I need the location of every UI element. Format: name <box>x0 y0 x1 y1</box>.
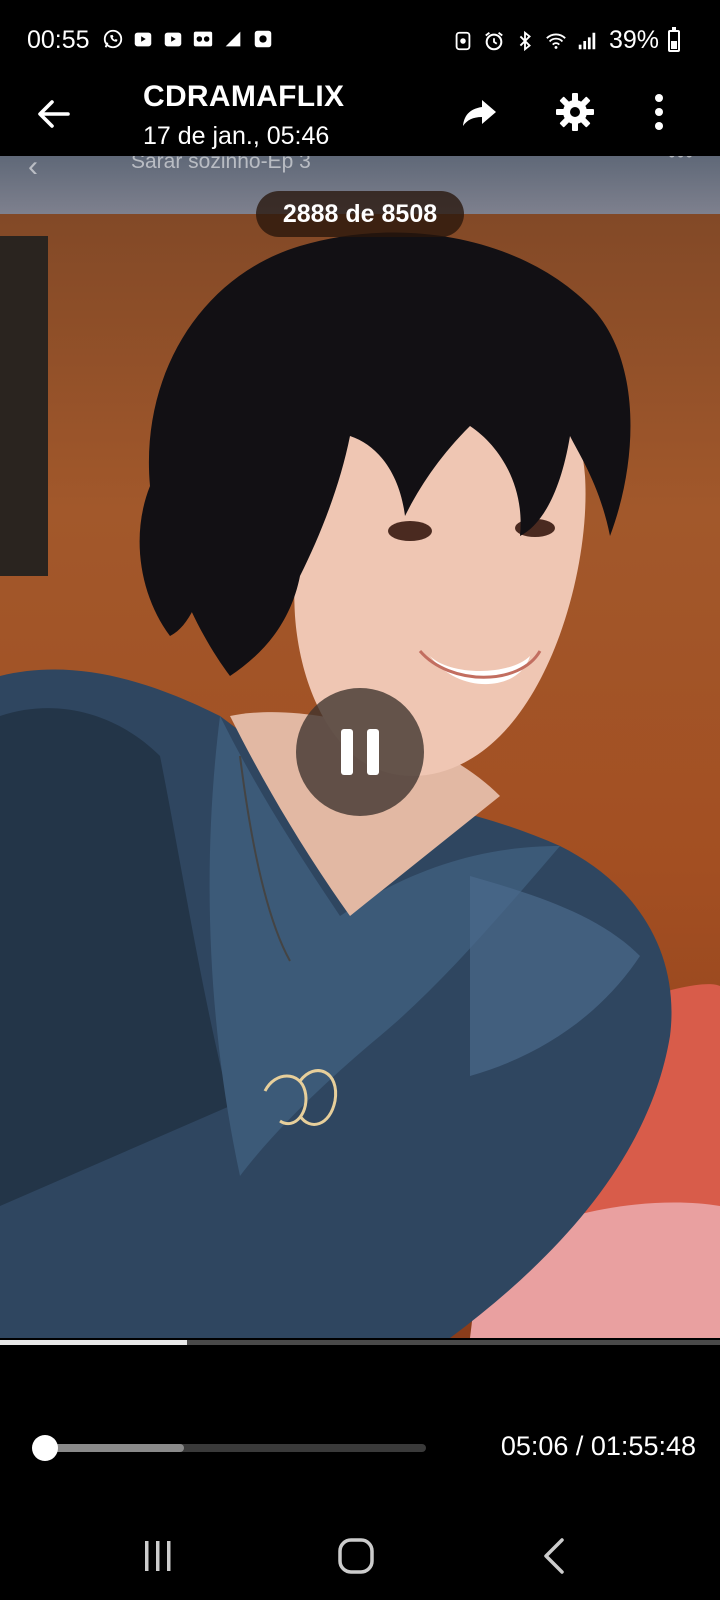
video-player[interactable]: ‹ Sarar sozinho-Ep 3 ••• 2888 de 8508 <box>0 156 720 1338</box>
status-bar: 00:55 39% <box>0 0 720 80</box>
share-icon[interactable] <box>458 90 502 134</box>
bluetooth-icon <box>519 30 531 51</box>
more-vertical-icon[interactable] <box>650 90 694 134</box>
status-time: 00:55 <box>27 26 90 54</box>
pause-button[interactable] <box>296 688 424 816</box>
nfc-icon <box>455 31 471 50</box>
episode-title: Sarar sozinho-Ep 3 <box>131 156 311 173</box>
notification-icons <box>102 28 274 50</box>
seek-thumb[interactable] <box>31 1435 58 1461</box>
playback-time: 05:06 / 01:55:48 <box>500 1431 696 1461</box>
video-more-icon[interactable]: ••• <box>668 156 694 168</box>
pause-icon <box>341 729 353 775</box>
battery-percentage: 39% <box>608 26 659 54</box>
video-counter-badge: 2888 de 8508 <box>256 191 464 237</box>
system-nav-bar <box>0 1520 720 1600</box>
video-icon <box>164 32 182 47</box>
media-icon <box>254 30 272 48</box>
video-back-icon[interactable]: ‹ <box>28 156 42 183</box>
home-icon[interactable] <box>331 1532 381 1582</box>
video-overlay-top: ‹ Sarar sozinho-Ep 3 ••• <box>0 156 720 183</box>
back-icon[interactable] <box>530 1532 580 1582</box>
wifi-icon <box>546 33 566 49</box>
video-counter-label: 2888 de 8508 <box>282 199 438 228</box>
gear-icon[interactable] <box>553 90 597 134</box>
alarm-icon <box>485 31 503 50</box>
voicemail-icon <box>193 31 213 47</box>
page-title: CDRAMAFLIX <box>143 80 345 113</box>
video-progress-bar <box>0 1340 720 1345</box>
back-arrow-icon[interactable] <box>32 92 76 136</box>
seek-buffer <box>36 1444 185 1452</box>
video-icon <box>134 32 152 47</box>
app-header: CDRAMAFLIX 17 de jan., 05:46 <box>0 80 720 156</box>
page-subtitle: 17 de jan., 05:46 <box>143 122 330 150</box>
signal-icon <box>578 32 596 49</box>
recent-apps-icon[interactable] <box>133 1532 183 1582</box>
battery-icon <box>668 26 680 52</box>
whatsapp-icon <box>103 29 123 49</box>
system-icons: 39% <box>452 26 680 55</box>
chart-icon <box>225 31 241 47</box>
video-progress-fill <box>0 1340 188 1345</box>
seek-bar[interactable] <box>31 1435 426 1461</box>
